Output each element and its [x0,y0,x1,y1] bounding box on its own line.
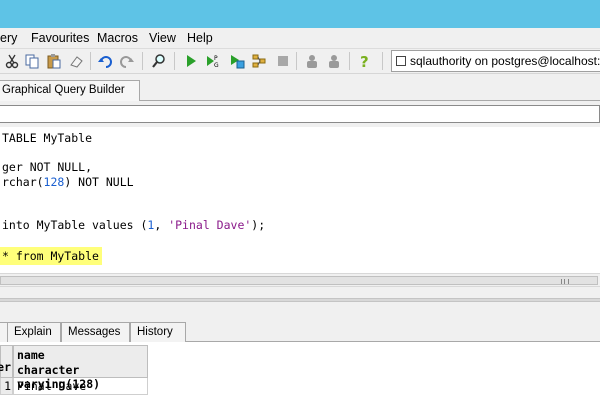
help-icon[interactable]: ? [356,52,374,70]
scrollbar-thumb[interactable] [0,276,598,285]
menu-bar: ery Favourites Macros View Help [0,28,600,49]
connection-select[interactable]: sqlauthority on postgres@localhost:5432 [391,50,600,72]
code-token: ger NOT NULL, [2,160,93,174]
tab-history[interactable]: History [130,322,186,342]
code-line-highlighted: * from MyTable [0,247,102,265]
code-token: ); [251,218,266,232]
svg-text:P: P [214,55,218,62]
connection-label: sqlauthority on postgres@localhost:5432 [410,54,600,68]
undo-icon[interactable] [96,52,114,70]
code-line: rchar(128) NOT NULL [2,175,134,189]
execute-pgscript-icon[interactable]: PG [204,52,222,70]
connection-checkbox[interactable] [396,56,406,66]
toolbar-separator [90,52,91,70]
redo-icon[interactable] [118,52,136,70]
copy-icon[interactable] [23,52,41,70]
code-line: TABLE MyTable [2,131,92,145]
toolbar-separator [382,52,383,70]
paste-icon[interactable] [45,52,63,70]
grid-header-name[interactable]: name character varying(128) [13,345,148,391]
editor-horizontal-scrollbar[interactable] [0,273,600,287]
data-output-grid: er name character varying(128) 1 Pinal D… [0,342,600,400]
code-line: ger NOT NULL, [2,160,92,174]
tab-explain[interactable]: Explain [7,322,61,342]
grid-header-label: er [0,360,11,374]
code-line: into MyTable values (1, 'Pinal Dave'); [2,218,265,232]
stop-icon[interactable] [274,52,292,70]
grid-header-row-number[interactable]: er [0,345,13,378]
rollback-icon[interactable] [325,52,343,70]
scissors-icon[interactable] [3,52,21,70]
pane-splitter[interactable] [0,298,600,302]
find-icon[interactable] [150,52,168,70]
window-title-strip [0,0,600,28]
code-token: rchar( [2,175,44,189]
svg-text:?: ? [360,53,369,69]
svg-text:G: G [214,62,219,69]
toolbar: PG ? sqlauthority on postgres@localhost:… [0,49,600,74]
tab-messages[interactable]: Messages [61,322,130,342]
code-token: , [154,218,169,232]
grid-row-number[interactable]: 1 [0,378,13,395]
code-token: 'Pinal Dave' [168,218,252,232]
code-token: * from MyTable [2,249,99,263]
toolbar-separator [142,52,143,70]
grid-cell-name[interactable]: Pinal Dave [13,378,148,395]
execute-to-file-icon[interactable] [228,52,246,70]
code-token: TABLE MyTable [2,131,93,145]
explain-icon[interactable] [250,52,268,70]
previous-queries-input[interactable] [0,105,600,123]
previous-queries-combo [0,103,600,125]
toolbar-separator [296,52,297,70]
code-token: ) NOT NULL [64,175,134,189]
menu-favourites[interactable]: Favourites [31,31,89,45]
grid-header-name-title: name [17,348,45,362]
code-token: 128 [43,175,65,189]
sql-editor[interactable]: TABLE MyTable ger NOT NULL, rchar(128) NOT… [0,127,600,273]
menu-help[interactable]: Help [187,31,213,45]
output-tab-strip: Explain Messages History [0,321,600,342]
menu-view[interactable]: View [149,31,176,45]
toolbar-separator [349,52,350,70]
toolbar-separator [174,52,175,70]
menu-macros[interactable]: Macros [97,31,138,45]
code-token: into MyTable values ( [2,218,148,232]
scrollbar-grip [561,279,569,284]
tab-graphical-query-builder[interactable]: Graphical Query Builder [0,80,140,101]
execute-icon[interactable] [182,52,200,70]
menu-query[interactable]: ery [0,31,17,45]
query-tab-strip: Graphical Query Builder [0,80,600,101]
commit-icon[interactable] [303,52,321,70]
clear-icon[interactable] [67,52,85,70]
